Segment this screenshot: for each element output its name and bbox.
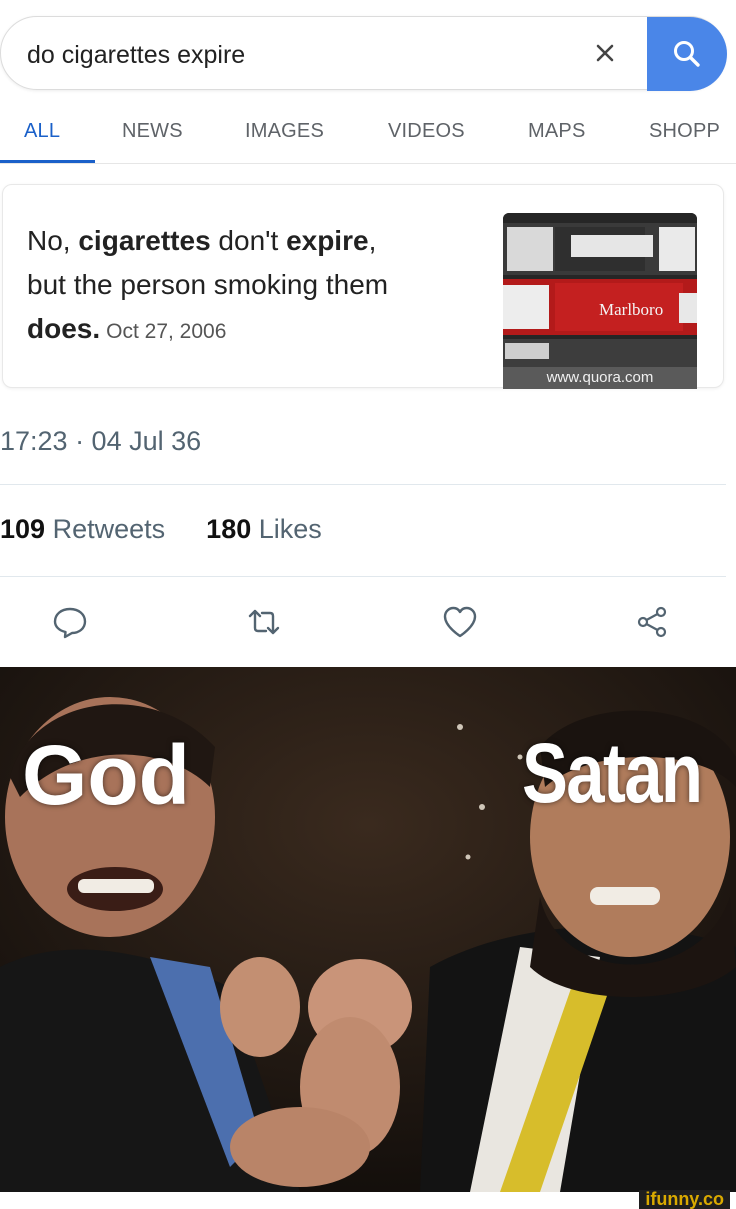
likes-count[interactable]: 180 [206, 514, 251, 544]
retweets-label[interactable]: Retweets [53, 514, 166, 544]
clear-search-button[interactable] [589, 37, 621, 69]
watermark-label: ifunny.co [639, 1190, 730, 1209]
divider [0, 484, 726, 485]
heart-icon [443, 606, 477, 638]
bottom-strip [0, 1192, 736, 1209]
like-button[interactable] [438, 600, 482, 644]
answer-text: don't [210, 225, 287, 256]
close-icon [596, 44, 614, 62]
tab-shopping[interactable]: SHOPP [649, 120, 720, 143]
tab-videos[interactable]: VIDEOS [388, 120, 465, 143]
search-bar: do cigarettes expire [0, 16, 727, 91]
meme-caption-right: Satan [522, 726, 703, 820]
answer-thumbnail[interactable]: Marlboro www.quora.com [503, 213, 697, 389]
tab-maps[interactable]: MAPS [528, 120, 585, 143]
divider [0, 576, 726, 577]
answer-emphasis: expire [286, 225, 369, 256]
answer-text: No, [27, 225, 79, 256]
search-input[interactable]: do cigarettes expire [27, 41, 245, 70]
reply-icon [53, 607, 87, 639]
meme-image: God Satan [0, 667, 736, 1192]
tab-all[interactable]: ALL [24, 120, 60, 143]
meme-caption-left: God [22, 728, 190, 822]
answer-date: Oct 27, 2006 [106, 320, 227, 343]
featured-answer-text: No, cigarettes don't expire, but the per… [27, 219, 487, 354]
tab-images[interactable]: IMAGES [245, 120, 324, 143]
answer-text: but the person smoking them [27, 269, 389, 300]
share-button[interactable] [630, 600, 674, 644]
answer-text: , [368, 225, 377, 256]
cigarette-packs-image: Marlboro [503, 213, 697, 389]
reply-button[interactable] [48, 600, 92, 644]
retweet-button[interactable] [242, 600, 286, 644]
answer-emphasis: does. [27, 313, 101, 344]
likes-label[interactable]: Likes [259, 514, 322, 544]
tweet-stats: 109 Retweets 180 Likes [0, 514, 322, 545]
answer-emphasis: cigarettes [78, 225, 211, 256]
share-icon [637, 606, 667, 638]
tweet-timestamp[interactable]: 17:23 · 04 Jul 36 [0, 426, 201, 457]
search-button[interactable] [647, 17, 727, 91]
image-source-label: www.quora.com [503, 367, 697, 389]
brand-label: Marlboro [599, 300, 663, 319]
retweet-icon [248, 609, 280, 635]
featured-answer-card[interactable]: No, cigarettes don't expire, but the per… [2, 184, 724, 389]
search-icon [674, 41, 700, 67]
tweet-actions [0, 600, 736, 650]
search-tabs: ALL NEWS IMAGES VIDEOS MAPS SHOPP [0, 100, 736, 164]
active-tab-indicator [0, 160, 95, 163]
retweets-count[interactable]: 109 [0, 514, 45, 544]
tab-news[interactable]: NEWS [122, 120, 183, 143]
